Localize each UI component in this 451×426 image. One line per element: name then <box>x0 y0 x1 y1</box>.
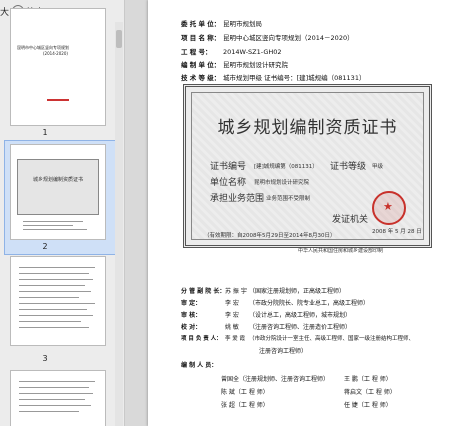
thumbnail-scrollbar[interactable] <box>115 22 123 426</box>
thumbnail-text-line <box>19 315 93 316</box>
certificate-title: 城乡规划编制资质证书 <box>217 118 398 138</box>
thumbnail-page-2[interactable]: 城乡规划编制资质证书 <box>10 144 106 240</box>
doc-row-project-no: 工 程 号： 2014W-SZ1-GH02 <box>181 48 282 56</box>
staff-row: 校 对：姚 敏（注册咨询工程师、注册造价工程师） <box>181 324 352 331</box>
issuer-label: 发证机关 <box>332 215 369 225</box>
grade-label: 证书等级 <box>330 162 367 172</box>
official-seal-icon <box>372 191 406 225</box>
editor-entry: 蒋启文（工 程 师） <box>344 389 396 396</box>
staff-row: 审 核：李 宏（设计总工，高级工程师，城市规划） <box>181 312 352 319</box>
thumbnail-subtitle: (2014-2020) <box>43 51 68 56</box>
editor-entry: 陈 斌（工 程 师） <box>221 389 269 396</box>
thumbnail-page-3[interactable] <box>10 256 106 346</box>
validity: （有效期限：自2008年5月29日至2014年8月30日） <box>204 233 336 239</box>
doc-row-project: 项 目 名 称： 昆明中心城区竖向专项规划（2014－2020） <box>181 34 354 42</box>
thumbnail-cert: 城乡规划编制资质证书 <box>17 159 99 215</box>
thumbnail-text-line <box>19 327 89 328</box>
thumbnail-text-line <box>19 387 89 388</box>
staff-row-continued: 注册咨询工程师） <box>259 348 308 355</box>
certificate-image: 城乡规划编制资质证书 证书编号 [建]城规编第（081131） 证书等级 甲级 … <box>183 84 432 248</box>
certificate-footer: 中华人民共和国住房和城乡建设部印制 <box>298 248 384 254</box>
thumbnail-page-1[interactable]: 昆明市中心城区竖向专项规划 (2014-2020) <box>10 8 106 126</box>
doc-row-compiler: 编 制 单 位： 昆明市规划设计研究院 <box>181 61 288 69</box>
scope-label: 承担业务范围 <box>210 194 265 204</box>
thumbnail-text-line <box>19 411 79 412</box>
thumbnail-text-line <box>19 303 95 304</box>
thumbnail-number: 3 <box>42 354 48 363</box>
issue-date: 2008 年 5 月 28 日 <box>372 229 422 235</box>
thumbnail-text-line <box>19 291 91 292</box>
editor-entry: 曾国全（注册规划师、注册咨询工程师） <box>221 376 330 383</box>
staff-row: 项 目 负 责 人：李 爱 霞（市政分院设计一室主任、高级工程师、国家一级注册结… <box>181 336 415 342</box>
grade-value: 甲级 <box>372 164 384 170</box>
thumbnail-panel: 大 − 缩小 昆明市中心城区竖向专项规划 (2014-2020) 1 城乡规划编… <box>0 0 125 426</box>
thumbnail-text-line <box>19 309 87 310</box>
editor-entry: 王 鹏（工 程 师） <box>344 376 392 383</box>
scrollbar-thumb[interactable] <box>116 30 122 48</box>
thumbnail-text-line <box>23 221 83 222</box>
thumbnail-text-line <box>19 279 93 280</box>
thumbnail-number: 1 <box>42 128 48 137</box>
thumbnail-text-line <box>23 229 87 230</box>
cert-no-value: [建]城规编第（081131） <box>254 164 318 170</box>
editor-entry: 张 超（工 程 师） <box>221 402 269 409</box>
thumbnail-text-line <box>19 393 93 394</box>
thumbnail-text-line <box>19 273 89 274</box>
document-page: 委 托 单 位： 昆明市规划局 项 目 名 称： 昆明中心城区竖向专项规划（2014… <box>148 0 451 426</box>
thumbnail-cert-title: 城乡规划编制资质证书 <box>32 177 83 183</box>
staff-row: 审 定：李 宏（市政分院院长、院专业总工，高级工程师） <box>181 300 370 307</box>
thumbnail-text-line <box>19 285 85 286</box>
staff-row: 分 管 副 院 长：苏 振 宇（国家注册规划师，正高级工程师） <box>181 288 346 295</box>
editors-label: 编 制 人 员： <box>181 362 218 369</box>
thumbnail-text-line <box>19 267 95 268</box>
doc-row-client: 委 托 单 位： 昆明市规划局 <box>181 20 262 28</box>
scope-value: 业务范围不受限制 <box>266 196 311 202</box>
unit-value: 昆明市规划设计研究院 <box>254 180 310 186</box>
cert-no-label: 证书编号 <box>210 162 247 172</box>
certificate-body: 城乡规划编制资质证书 证书编号 [建]城规编第（081131） 证书等级 甲级 … <box>191 92 424 240</box>
thumbnail-text-line <box>19 381 95 382</box>
doc-row-tech-grade: 技 术 等 级： 城市规划甲级 证书编号：[建]城规编（081131） <box>181 74 366 82</box>
zoom-in-button[interactable]: 大 <box>0 5 9 18</box>
thumbnail-text-line <box>19 399 85 400</box>
thumbnail-number: 2 <box>42 242 48 251</box>
thumbnail-page-4[interactable] <box>10 370 106 426</box>
editor-entry: 任 婕（工 程 师） <box>344 402 392 409</box>
thumbnail-text-line <box>19 297 79 298</box>
thumbnail-stamp <box>47 99 69 101</box>
thumbnail-text-line <box>19 405 91 406</box>
unit-label: 单位名称 <box>210 178 247 188</box>
thumbnail-text-line <box>19 321 81 322</box>
thumbnail-text-line <box>23 225 73 226</box>
